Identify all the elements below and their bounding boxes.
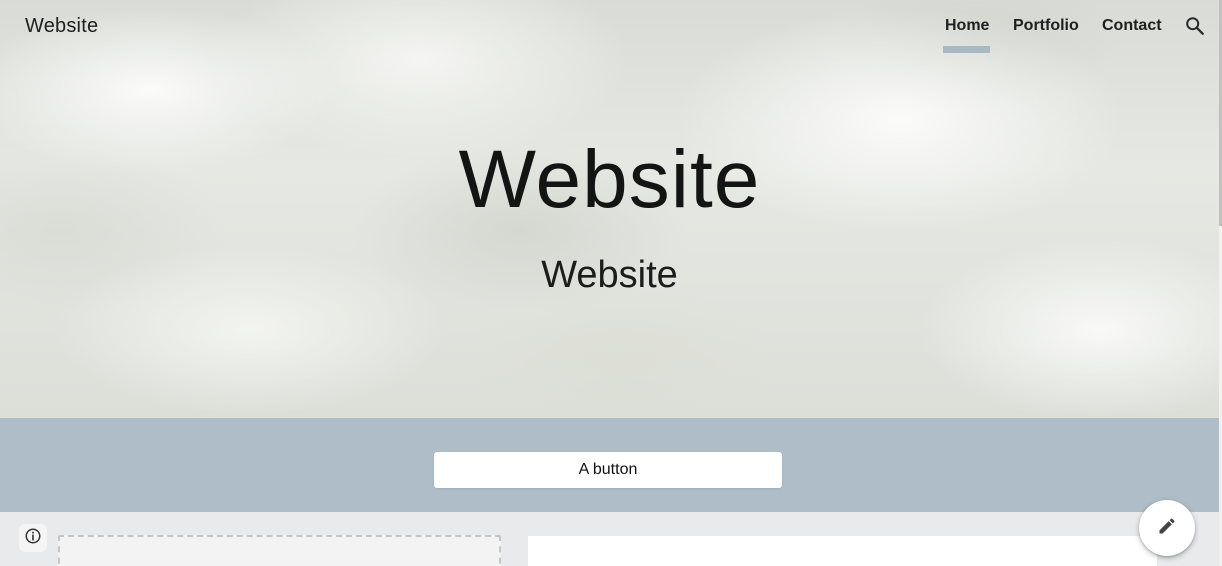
search-icon[interactable] [1184, 15, 1206, 37]
info-button[interactable] [19, 524, 47, 552]
hero-banner: Website Home Portfolio Contact Website W… [0, 0, 1219, 418]
hero-subtitle: Website [541, 254, 678, 296]
nav-item-portfolio[interactable]: Portfolio [1013, 16, 1079, 36]
nav-item-contact[interactable]: Contact [1102, 16, 1162, 36]
pencil-icon [1157, 516, 1177, 541]
nav-item-home[interactable]: Home [945, 16, 989, 36]
a-button[interactable]: A button [434, 452, 782, 488]
main-nav: Home Portfolio Contact [0, 16, 1219, 56]
image-placeholder[interactable] [58, 535, 501, 566]
edit-button[interactable] [1139, 500, 1195, 556]
active-nav-indicator [943, 46, 990, 53]
hero-title: Website [458, 134, 761, 225]
info-icon [24, 527, 42, 550]
content-card [528, 536, 1157, 566]
